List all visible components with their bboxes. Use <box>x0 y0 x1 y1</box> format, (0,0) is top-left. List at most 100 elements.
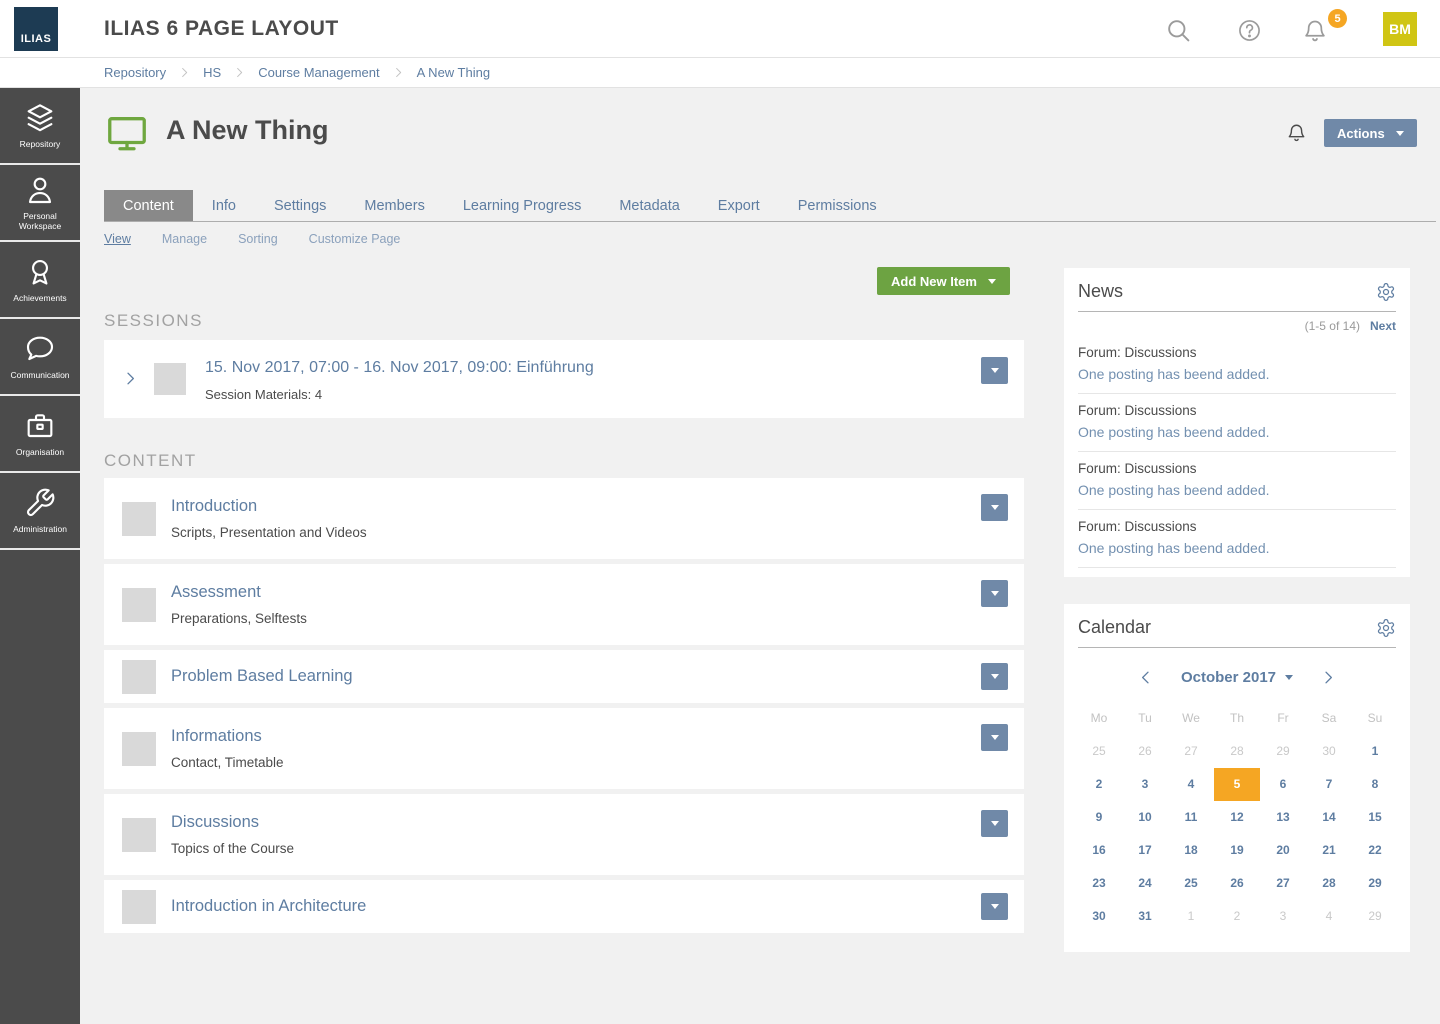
breadcrumb-item-hs[interactable]: HS <box>203 65 221 80</box>
content-title-link[interactable]: Discussions <box>171 813 294 832</box>
user-avatar[interactable]: BM <box>1383 12 1417 46</box>
content-title-link[interactable]: Assessment <box>171 583 307 602</box>
calendar-day-cell[interactable]: 9 <box>1076 801 1122 834</box>
calendar-day-cell[interactable]: 31 <box>1122 900 1168 933</box>
tab[interactable]: Members <box>345 190 443 221</box>
sidebar-item[interactable]: Repository <box>0 88 80 165</box>
add-new-item-button[interactable]: Add New Item <box>877 267 1010 295</box>
news-posting-link[interactable]: One posting has beend added. <box>1078 424 1396 440</box>
content-title-link[interactable]: Introduction in Architecture <box>171 897 366 916</box>
calendar-month-selector[interactable]: October 2017 <box>1181 669 1293 686</box>
sidebar-item[interactable]: Personal Workspace <box>0 165 80 242</box>
session-dropdown-button[interactable] <box>981 357 1008 384</box>
calendar-day-cell[interactable]: 30 <box>1076 900 1122 933</box>
content-dropdown-button[interactable] <box>981 724 1008 751</box>
news-posting-link[interactable]: One posting has beend added. <box>1078 540 1396 556</box>
tab[interactable]: Learning Progress <box>444 190 601 221</box>
calendar-day-cell[interactable]: 30 <box>1306 735 1352 768</box>
subtab[interactable]: Customize Page <box>309 232 401 246</box>
sidebar-item[interactable]: Organisation <box>0 396 80 473</box>
tab[interactable]: Export <box>699 190 779 221</box>
sidebar-item[interactable]: Achievements <box>0 242 80 319</box>
calendar-day-cell[interactable]: 12 <box>1214 801 1260 834</box>
calendar-day-cell[interactable]: 16 <box>1076 834 1122 867</box>
subtab[interactable]: Manage <box>162 232 207 246</box>
content-dropdown-button[interactable] <box>981 580 1008 607</box>
news-next-link[interactable]: Next <box>1370 319 1396 333</box>
calendar-day-cell[interactable]: 26 <box>1122 735 1168 768</box>
calendar-day-cell[interactable]: 29 <box>1352 900 1398 933</box>
object-bell-icon[interactable] <box>1286 120 1307 145</box>
news-posting-link[interactable]: One posting has beend added. <box>1078 366 1396 382</box>
sidebar-item[interactable]: Administration <box>0 473 80 550</box>
calendar-day-cell[interactable]: 28 <box>1306 867 1352 900</box>
sidebar-item[interactable]: Communication <box>0 319 80 396</box>
calendar-day-cell[interactable]: 17 <box>1122 834 1168 867</box>
calendar-day-cell[interactable]: 10 <box>1122 801 1168 834</box>
calendar-day-cell[interactable]: 19 <box>1214 834 1260 867</box>
calendar-day-cell[interactable]: 7 <box>1306 768 1352 801</box>
search-icon[interactable] <box>1165 17 1192 44</box>
calendar-day-cell[interactable]: 1 <box>1168 900 1214 933</box>
tab[interactable]: Permissions <box>779 190 896 221</box>
calendar-day-cell[interactable]: 14 <box>1306 801 1352 834</box>
caret-down-icon <box>991 591 999 596</box>
subtab[interactable]: View <box>104 232 131 246</box>
calendar-day-cell[interactable]: 15 <box>1352 801 1398 834</box>
calendar-day-cell[interactable]: 3 <box>1260 900 1306 933</box>
calendar-day-cell[interactable]: 18 <box>1168 834 1214 867</box>
notifications-bell-icon[interactable] <box>1302 17 1328 44</box>
calendar-day-cell[interactable]: 27 <box>1260 867 1306 900</box>
calendar-day-cell[interactable]: 3 <box>1122 768 1168 801</box>
breadcrumb-item-current[interactable]: A New Thing <box>417 65 490 80</box>
calendar-day-cell[interactable]: 4 <box>1168 768 1214 801</box>
content-title-link[interactable]: Introduction <box>171 497 367 516</box>
session-title-link[interactable]: 15. Nov 2017, 07:00 - 16. Nov 2017, 09:0… <box>205 359 594 377</box>
calendar-day-cell[interactable]: 1 <box>1352 735 1398 768</box>
content-dropdown-button[interactable] <box>981 893 1008 920</box>
calendar-prev-month-icon[interactable] <box>1137 669 1154 686</box>
calendar-day-cell[interactable]: 27 <box>1168 735 1214 768</box>
content-dropdown-button[interactable] <box>981 494 1008 521</box>
notification-count-badge[interactable]: 5 <box>1328 9 1347 28</box>
calendar-day-cell[interactable]: 11 <box>1168 801 1214 834</box>
calendar-day-cell[interactable]: 25 <box>1168 867 1214 900</box>
content-title-link[interactable]: Informations <box>171 727 284 746</box>
calendar-day-cell[interactable]: 6 <box>1260 768 1306 801</box>
calendar-day-cell[interactable]: 2 <box>1076 768 1122 801</box>
calendar-day-cell[interactable]: 8 <box>1352 768 1398 801</box>
tab[interactable]: Info <box>193 190 255 221</box>
content-dropdown-button[interactable] <box>981 663 1008 690</box>
gear-icon[interactable] <box>1376 618 1396 638</box>
tab[interactable]: Metadata <box>600 190 698 221</box>
breadcrumb-item-course-management[interactable]: Course Management <box>258 65 379 80</box>
content-title-link[interactable]: Problem Based Learning <box>171 667 353 686</box>
calendar-day-cell[interactable]: 2 <box>1214 900 1260 933</box>
expand-chevron-icon[interactable] <box>122 370 139 387</box>
calendar-day-cell[interactable]: 29 <box>1260 735 1306 768</box>
calendar-day-cell[interactable]: 20 <box>1260 834 1306 867</box>
calendar-next-month-icon[interactable] <box>1320 669 1337 686</box>
calendar-day-cell[interactable]: 24 <box>1122 867 1168 900</box>
content-dropdown-button[interactable] <box>981 810 1008 837</box>
subtab[interactable]: Sorting <box>238 232 278 246</box>
calendar-day-cell[interactable]: 4 <box>1306 900 1352 933</box>
actions-button[interactable]: Actions <box>1324 119 1417 147</box>
calendar-day-cell[interactable]: 26 <box>1214 867 1260 900</box>
calendar-day-cell[interactable]: 28 <box>1214 735 1260 768</box>
ilias-logo[interactable]: ILIAS <box>14 7 58 51</box>
calendar-day-cell[interactable]: 25 <box>1076 735 1122 768</box>
calendar-day-cell[interactable]: 22 <box>1352 834 1398 867</box>
app-title: ILIAS 6 PAGE LAYOUT <box>104 0 339 58</box>
tab[interactable]: Content <box>104 190 193 221</box>
calendar-day-cell[interactable]: 29 <box>1352 867 1398 900</box>
calendar-day-cell[interactable]: 5 <box>1214 768 1260 801</box>
tab[interactable]: Settings <box>255 190 345 221</box>
news-posting-link[interactable]: One posting has beend added. <box>1078 482 1396 498</box>
breadcrumb-item-repository[interactable]: Repository <box>104 65 166 80</box>
help-icon[interactable] <box>1237 18 1262 43</box>
calendar-day-cell[interactable]: 23 <box>1076 867 1122 900</box>
gear-icon[interactable] <box>1376 282 1396 302</box>
calendar-day-cell[interactable]: 21 <box>1306 834 1352 867</box>
calendar-day-cell[interactable]: 13 <box>1260 801 1306 834</box>
